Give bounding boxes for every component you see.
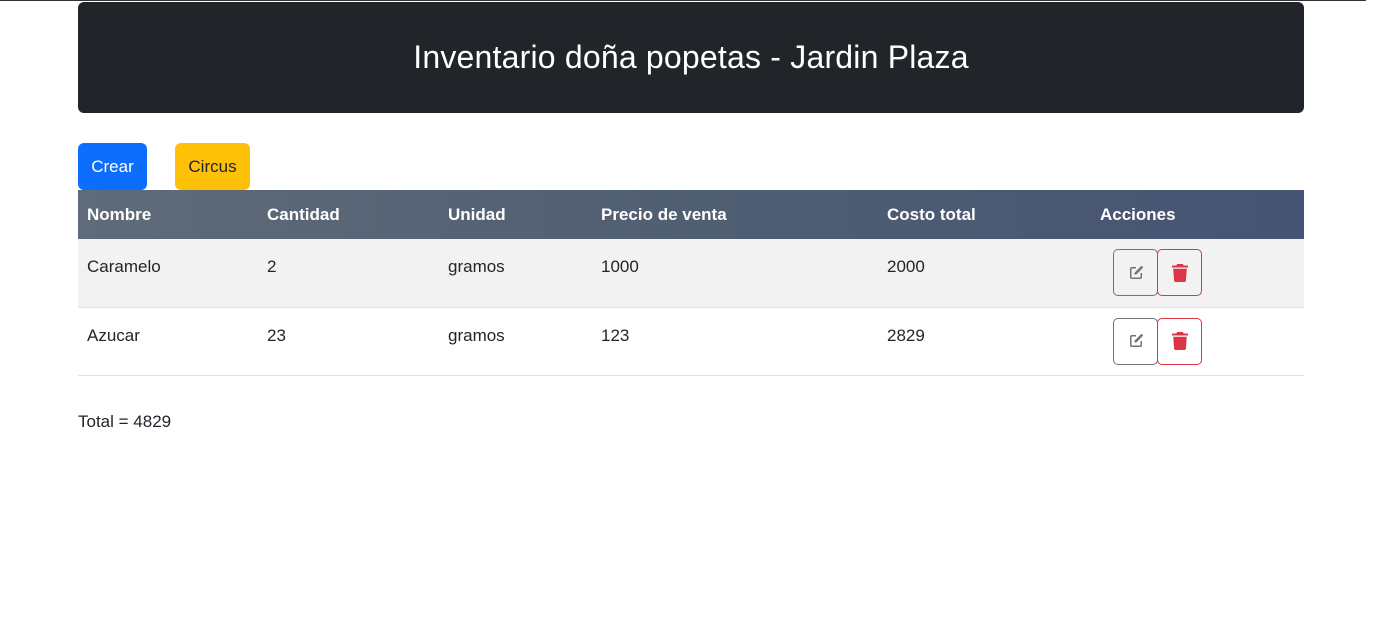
- cell-costo: 2000: [887, 257, 925, 276]
- delete-button[interactable]: [1157, 249, 1202, 296]
- inventory-table: Nombre Cantidad Unidad Precio de venta C…: [78, 190, 1304, 376]
- total-label: Total = 4829: [78, 411, 172, 431]
- cell-acciones: [1091, 307, 1304, 375]
- column-header-unidad: Unidad: [448, 204, 506, 224]
- page-title: Inventario doña popetas - Jardin Plaza: [413, 39, 969, 75]
- cell-precio: 123: [601, 325, 630, 345]
- circus-button[interactable]: Circus: [175, 143, 250, 190]
- cell-acciones: [1091, 239, 1304, 307]
- cell-precio: 1000: [601, 257, 639, 276]
- table-row: Caramelo 2 gramos 1000 2000: [78, 239, 1304, 307]
- pen-to-square-icon: [1127, 264, 1145, 282]
- column-header-precio: Precio de venta: [601, 204, 727, 224]
- column-header-acciones: Acciones: [1100, 204, 1176, 224]
- cell-cantidad: 23: [267, 325, 286, 345]
- cell-nombre: Caramelo: [87, 257, 161, 276]
- cell-unidad: gramos: [448, 257, 505, 276]
- table-row: Azucar 23 gramos 123 2829: [78, 307, 1304, 375]
- cell-cantidad: 2: [267, 257, 277, 276]
- cell-unidad: gramos: [448, 325, 505, 345]
- toolbar: Crear Circus: [78, 143, 1304, 190]
- edit-button[interactable]: [1113, 317, 1158, 365]
- top-border-line: [0, 0, 1366, 1]
- pen-to-square-icon: [1127, 332, 1145, 350]
- page-header: Inventario doña popetas - Jardin Plaza: [78, 2, 1304, 113]
- edit-button[interactable]: [1113, 249, 1158, 296]
- column-header-cantidad: Cantidad: [267, 204, 340, 224]
- cell-costo: 2829: [887, 325, 925, 345]
- column-header-costo: Costo total: [887, 204, 976, 224]
- delete-button[interactable]: [1157, 317, 1202, 365]
- page-container: Inventario doña popetas - Jardin Plaza C…: [78, 2, 1304, 432]
- cell-nombre: Azucar: [87, 325, 140, 345]
- trash-icon: [1171, 263, 1188, 282]
- column-header-nombre: Nombre: [87, 204, 152, 224]
- create-button[interactable]: Crear: [78, 143, 147, 190]
- table-header: Nombre Cantidad Unidad Precio de venta C…: [78, 190, 1304, 239]
- trash-icon: [1171, 332, 1188, 350]
